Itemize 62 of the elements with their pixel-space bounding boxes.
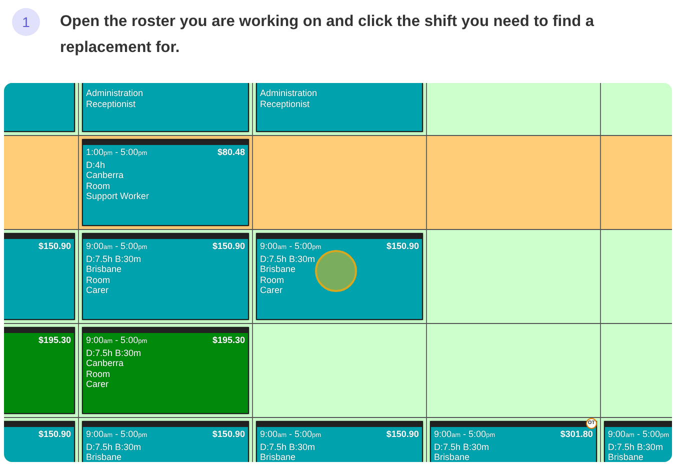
roster-cell xyxy=(601,83,672,135)
shift-detail: Support Worker xyxy=(86,191,150,202)
shift-detail: Room xyxy=(86,180,112,192)
shift-time: 1:00$_{pm}$ - 5:00$_{pm}$ xyxy=(86,147,148,159)
shift-detail: Brisbane xyxy=(86,264,123,275)
shift-card[interactable]: Administration Receptionist xyxy=(256,83,423,132)
shift-detail: Brisbane xyxy=(434,452,470,462)
shift-detail: D:4h xyxy=(86,160,106,170)
shift-detail: Room xyxy=(86,368,112,380)
step-number-badge: 1 xyxy=(12,8,40,36)
shift-time: 9:00$_{am}$ - 5:00$_{pm}$ xyxy=(86,335,148,347)
shift-detail: D:7.5h B:30m xyxy=(608,442,664,452)
shift-detail: Carer xyxy=(86,285,110,296)
shift-detail: Administration xyxy=(260,88,318,99)
shift-detail: Canberra xyxy=(86,358,125,369)
shift-detail: D:7.5h B:30m xyxy=(260,442,316,452)
shift-detail: Receptionist xyxy=(86,98,137,110)
step-instruction: Open the roster you are working on and click the shift you need to find a replacement for. xyxy=(60,12,596,58)
shift-detail: D:7.5h B:30m xyxy=(86,442,142,452)
shift-time: 9:00$_{am}$ - 5:00$_{pm}$ xyxy=(260,429,322,441)
shift-card[interactable]: 9:00$_{am}$ - 5:00$_{pm}$ D:7.5h B:30m Brisbane xyxy=(604,421,672,462)
shift-detail: Brisbane xyxy=(608,452,644,462)
shift-detail: Administration xyxy=(86,88,144,99)
shift-price: $150.90 xyxy=(38,429,71,440)
shift-price: $150.90 xyxy=(212,429,245,441)
shift-card[interactable]: 9:00$_{am}$ - 5:00$_{pm}$ $150.90 D:7.5h B:30m Brisbane xyxy=(256,421,423,462)
shift-price: $150.90 xyxy=(38,241,71,252)
shift-price: $80.48 xyxy=(217,147,245,159)
shift-detail: D:7.5h B:30m xyxy=(86,254,142,264)
shift-time: 9:00$_{am}$ - 5:00$_{pm}$ xyxy=(86,241,148,253)
shift-card[interactable]: 9:00$_{am}$ - 5:00$_{pm}$ $150.90 D:7.5h B:30m Brisbane Room Carer xyxy=(256,233,423,320)
click-marker-icon xyxy=(315,250,357,292)
shift-price: $301.80 xyxy=(560,429,593,441)
shift-time: 9:00$_{am}$ - 5:00$_{pm}$ xyxy=(434,429,496,441)
shift-card[interactable]: 9:00$_{am}$ - 5:00$_{pm}$ $150.90 D:7.5h B:30m Brisbane xyxy=(82,421,249,462)
shift-card[interactable]: Administration Receptionist xyxy=(82,83,249,132)
shift-detail: Receptionist xyxy=(260,98,311,110)
shift-time: 9:00$_{am}$ - 5:00$_{pm}$ xyxy=(608,429,670,441)
shift-detail: Carer xyxy=(86,379,110,390)
shift-detail: Brisbane xyxy=(260,452,296,462)
shift-detail: D:7.5h B:30m xyxy=(260,254,316,264)
shift-detail: Brisbane xyxy=(260,264,297,275)
shift-card[interactable]: $150.90 xyxy=(4,421,75,462)
shift-detail: D:7.5h B:30m xyxy=(86,348,142,358)
shift-detail: Canberra xyxy=(86,170,125,181)
shift-price: $150.90 xyxy=(386,429,419,441)
shift-card[interactable]: 1:00$_{pm}$ - 5:00$_{pm}$ $80.48 D:4h Canberra Room Support Worker xyxy=(82,139,249,226)
shift-price: $150.90 xyxy=(212,241,245,253)
shift-price: $195.30 xyxy=(38,335,71,346)
shift-detail: Room xyxy=(86,274,112,286)
shift-card[interactable]: $150.90 xyxy=(4,233,75,320)
shift-price: $195.30 xyxy=(212,335,245,347)
shift-detail: D:7.5h B:30m xyxy=(434,442,490,452)
shift-detail: Carer xyxy=(260,285,284,296)
shift-card[interactable]: 9:00$_{am}$ - 5:00$_{pm}$ $150.90 D:7.5h B:30m Brisbane Room Carer xyxy=(82,233,249,320)
shift-price: $150.90 xyxy=(386,241,419,253)
shift-card[interactable]: 9:00$_{am}$ - 5:00$_{pm}$ $195.30 D:7.5h B:30m Canberra Room Carer xyxy=(82,327,249,414)
shift-time: 9:00$_{am}$ - 5:00$_{pm}$ xyxy=(86,429,148,441)
shift-time: 9:00$_{am}$ - 5:00$_{pm}$ xyxy=(260,241,322,253)
shift-card[interactable]: $195.30 xyxy=(4,327,75,414)
shift-detail: Brisbane xyxy=(86,452,123,462)
shift-detail: Room xyxy=(260,274,286,286)
